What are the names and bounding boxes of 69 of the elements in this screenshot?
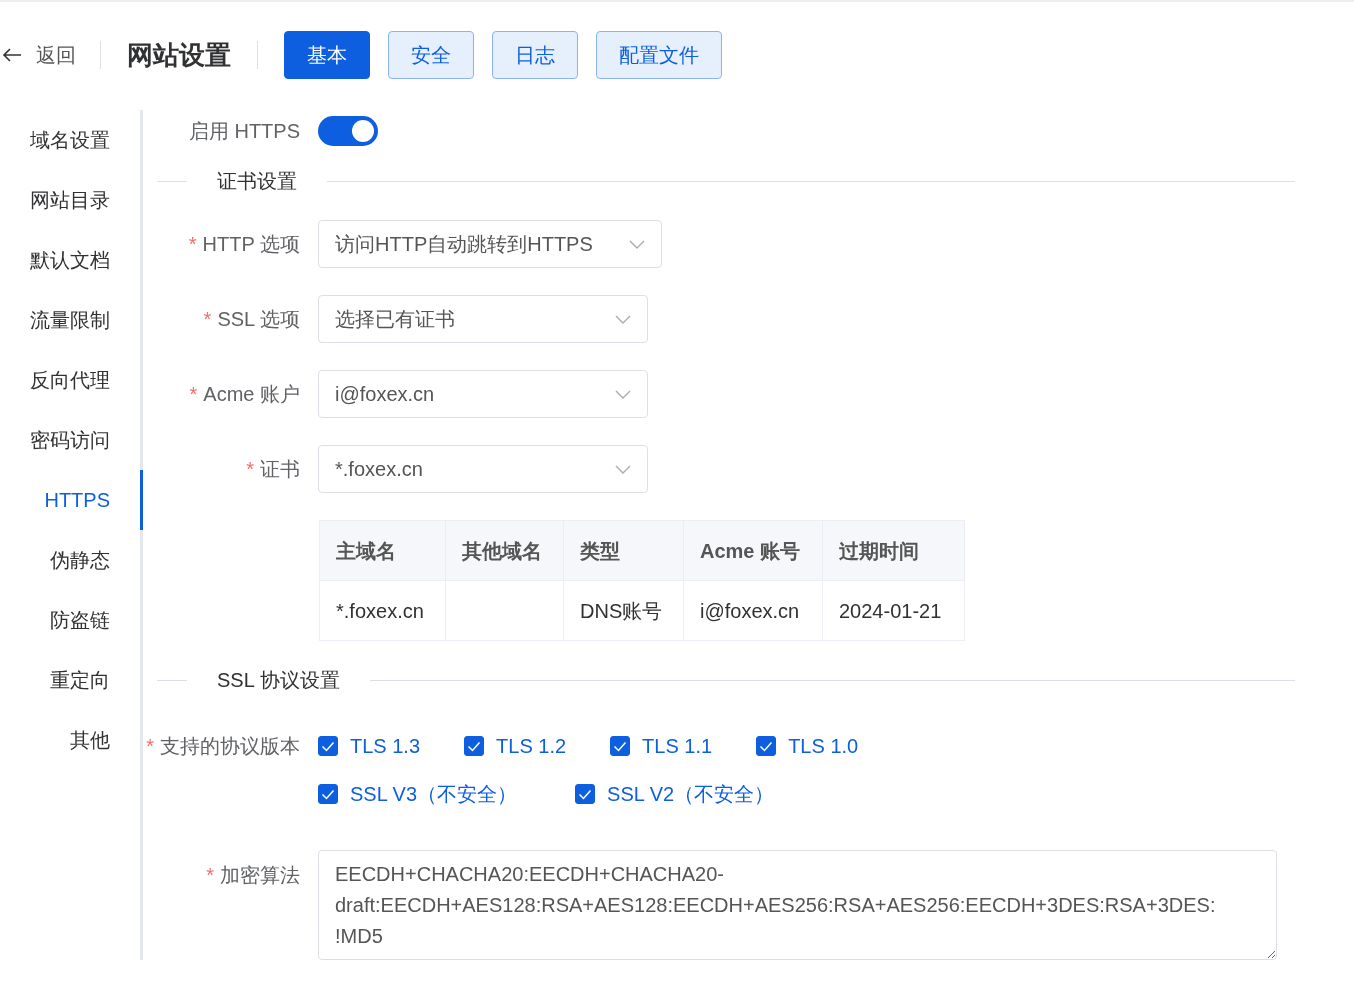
required-mark: *	[188, 233, 197, 255]
toggle-switch[interactable]	[318, 116, 378, 146]
field-label: HTTP 选项	[202, 233, 300, 255]
select-value: *.foxex.cn	[335, 457, 423, 482]
sidebar-item[interactable]: 反向代理	[0, 350, 143, 410]
sidebar-item[interactable]: 默认文档	[0, 230, 143, 290]
select-value: 访问HTTP自动跳转到HTTPS	[335, 232, 593, 257]
field-label: 支持的协议版本	[160, 735, 300, 757]
back-arrow-icon	[2, 47, 22, 63]
sidebar-item[interactable]: 伪静态	[0, 530, 143, 590]
sidebar-item[interactable]: 重定向	[0, 650, 143, 710]
required-mark: *	[206, 864, 214, 886]
tab[interactable]: 安全	[388, 31, 474, 79]
tab[interactable]: 日志	[492, 31, 578, 79]
table-cell: 2024-01-21	[822, 580, 965, 641]
field-label: SSL 选项	[217, 308, 300, 330]
column-header: 过期时间	[822, 520, 965, 581]
checkbox-box[interactable]	[756, 736, 777, 756]
field-label: Acme 账户	[203, 383, 300, 405]
sidebar-item[interactable]: 密码访问	[0, 410, 143, 470]
select-value: 选择已有证书	[335, 307, 455, 332]
tab[interactable]: 基本	[284, 31, 370, 79]
select-field[interactable]: 选择已有证书	[318, 295, 648, 343]
page-title: 网站设置	[101, 41, 258, 69]
column-header: 其他域名	[445, 520, 564, 581]
checkbox[interactable]: TLS 1.1	[610, 731, 713, 761]
table-cell: DNS账号	[563, 580, 684, 641]
checkbox-box[interactable]	[464, 736, 485, 756]
chevron-down-icon	[628, 239, 645, 249]
checkbox[interactable]: SSL V2（不安全）	[575, 779, 775, 809]
chevron-down-icon	[615, 314, 631, 324]
column-header: 类型	[563, 520, 684, 581]
select-field[interactable]: *.foxex.cn	[318, 445, 648, 493]
checkbox-box[interactable]	[610, 736, 631, 756]
sidebar-item[interactable]: HTTPS	[0, 470, 143, 530]
required-mark: *	[146, 735, 154, 757]
chevron-down-icon	[615, 389, 631, 399]
required-mark: *	[189, 383, 198, 405]
table-cell: *.foxex.cn	[319, 580, 446, 641]
chevron-down-icon	[615, 464, 631, 474]
field-label: 启用 HTTPS	[188, 120, 300, 142]
checkbox-box[interactable]	[318, 784, 338, 804]
back-button[interactable]: 返回	[0, 41, 101, 69]
required-mark: *	[203, 308, 212, 330]
checkbox[interactable]: TLS 1.2	[464, 731, 567, 761]
section-title: 证书设置	[216, 169, 298, 194]
select-field[interactable]: 访问HTTP自动跳转到HTTPS	[318, 220, 662, 268]
tab[interactable]: 配置文件	[596, 31, 722, 79]
checkbox[interactable]: TLS 1.3	[318, 731, 421, 761]
column-header: 主域名	[319, 520, 446, 581]
checkbox-box[interactable]	[318, 736, 338, 756]
table-cell: i@foxex.cn	[683, 580, 823, 641]
sidebar-item[interactable]: 其他	[0, 710, 143, 770]
sidebar-item[interactable]: 流量限制	[0, 290, 143, 350]
sidebar-item[interactable]: 域名设置	[0, 110, 143, 170]
select-value: i@foxex.cn	[335, 382, 435, 407]
checkbox[interactable]: TLS 1.0	[756, 731, 859, 761]
sidebar-item[interactable]: 防盗链	[0, 590, 143, 650]
checkbox[interactable]: SSL V3（不安全）	[318, 779, 518, 809]
cipher-textarea[interactable]: EECDH+CHACHA20:EECDH+CHACHA20-draft:EECDH+AES128:RSA+AES128:EECDH+AES256:RSA+AES256:EECDH+3DES:RSA+3DES:!MD5	[318, 850, 1277, 960]
section-title: SSL 协议设置	[216, 668, 341, 693]
select-field[interactable]: i@foxex.cn	[318, 370, 648, 418]
required-mark: *	[246, 458, 254, 480]
field-label: 证书	[260, 458, 300, 480]
checkbox-box[interactable]	[575, 784, 596, 804]
sidebar-item[interactable]: 网站目录	[0, 170, 143, 230]
back-label: 返回	[36, 43, 76, 68]
field-label: 加密算法	[220, 864, 300, 886]
column-header: Acme 账号	[683, 520, 823, 581]
